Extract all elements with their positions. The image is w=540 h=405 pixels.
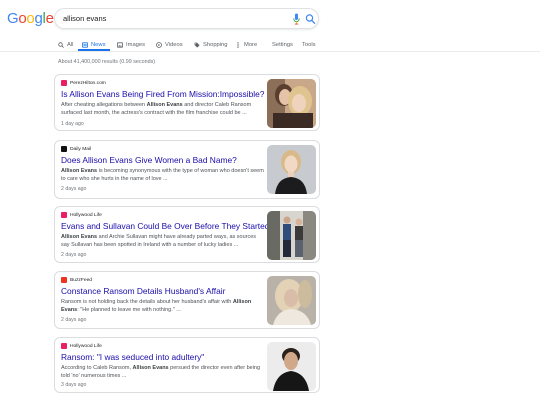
logo-letter: G [7,10,19,27]
result-snippet: Allison Evans and Archie Sullavan might … [61,233,266,249]
source-name: Hollywood Life [70,212,102,218]
result-thumbnail[interactable] [267,79,316,128]
snippet-highlight: Allison Evans [61,234,98,240]
tools-label: Tools [302,42,316,48]
settings-label: Settings [272,42,293,48]
search-box[interactable]: allison evans [54,8,319,29]
result-title[interactable]: Is Allison Evans Being Fired From Missio… [61,89,264,99]
source-name: PerezHilton.com [70,80,106,86]
tag-icon [194,42,200,48]
microphone-icon[interactable] [293,13,300,25]
google-logo[interactable]: Google [7,10,54,28]
result-thumbnail[interactable] [267,342,316,391]
tools-link[interactable]: Tools [302,38,316,52]
result-title[interactable]: Evans and Sullavan Could Be Over Before … [61,221,269,231]
favicon-icon [61,212,67,218]
result-thumbnail[interactable] [267,276,316,325]
tab-all[interactable]: All [58,38,73,52]
news-source: Hollywood Life [61,212,102,218]
tab-label: Videos [165,42,183,48]
snippet-text: Ransom is not holding back the details a… [61,299,233,305]
news-result-card[interactable]: BuzzFeed Constance Ransom Details Husban… [54,271,320,329]
tab-label: More [244,42,258,48]
snippet-highlight: Allison Evans [146,102,183,108]
favicon-icon [61,343,67,349]
result-title[interactable]: Does Allison Evans Give Women a Bad Name… [61,155,261,165]
logo-letter: o [18,10,27,27]
snippet-text: After cheating allegations between [61,102,147,108]
tab-more[interactable]: More [235,38,257,52]
result-thumbnail[interactable] [267,145,316,194]
news-result-card[interactable]: PerezHilton.com Is Allison Evans Being F… [54,74,320,131]
result-date: 2 days ago [61,186,87,192]
news-source: Daily Mail [61,146,91,152]
more-icon [237,42,239,48]
news-source: Hollywood Life [61,343,102,349]
news-icon [82,42,88,48]
tab-label: Shopping [203,42,228,48]
news-result-card[interactable]: Hollywood Life Evans and Sullavan Could … [54,206,320,263]
logo-letter: o [26,10,35,27]
result-snippet: Allison Evans is becoming synonymous wit… [61,167,266,183]
result-date: 1 day ago [61,121,84,127]
snippet-text: : "He planned to leave me with nothing."… [77,307,181,313]
tab-label: Images [126,42,146,48]
result-date: 2 days ago [61,317,87,323]
result-thumbnail[interactable] [267,211,316,260]
news-result-card[interactable]: Hollywood Life Ransom: "I was seduced in… [54,337,320,393]
image-icon [117,42,123,48]
source-name: Daily Mail [70,146,92,152]
tab-label: All [67,42,74,48]
video-icon [156,42,162,48]
news-source: PerezHilton.com [61,80,106,86]
result-snippet: According to Caleb Ransom, Allison Evans… [61,364,266,380]
search-input[interactable]: allison evans [63,14,106,23]
result-stats: About 41,400,000 results (0.99 seconds) [58,59,156,65]
result-date: 2 days ago [61,252,87,258]
snippet-text: According to Caleb Ransom, [61,365,133,371]
search-icon [58,42,64,48]
result-title[interactable]: Ransom: "I was seduced into adultery" [61,352,261,362]
settings-link[interactable]: Settings [272,38,293,52]
tab-images[interactable]: Images [117,38,145,52]
logo-letter: g [34,10,43,27]
tab-label: News [91,42,106,48]
source-name: Hollywood Life [70,343,102,349]
result-snippet: After cheating allegations between Allis… [61,101,266,117]
search-icon[interactable] [305,13,316,25]
tab-videos[interactable]: Videos [156,38,183,52]
result-title[interactable]: Constance Ransom Details Husband's Affai… [61,286,261,296]
favicon-icon [61,80,67,86]
result-date: 3 days ago [61,382,87,388]
active-tab-indicator [78,49,110,51]
favicon-icon [61,277,67,283]
news-source: BuzzFeed [61,277,92,283]
result-snippet: Ransom is not holding back the details a… [61,298,266,314]
favicon-icon [61,146,67,152]
snippet-highlight: Allison Evans [61,168,98,174]
source-name: BuzzFeed [70,277,93,283]
tab-shopping[interactable]: Shopping [194,38,228,52]
news-result-card[interactable]: Daily Mail Does Allison Evans Give Women… [54,140,320,199]
logo-letter: e [45,10,54,27]
snippet-highlight: Allison Evans [132,365,169,371]
